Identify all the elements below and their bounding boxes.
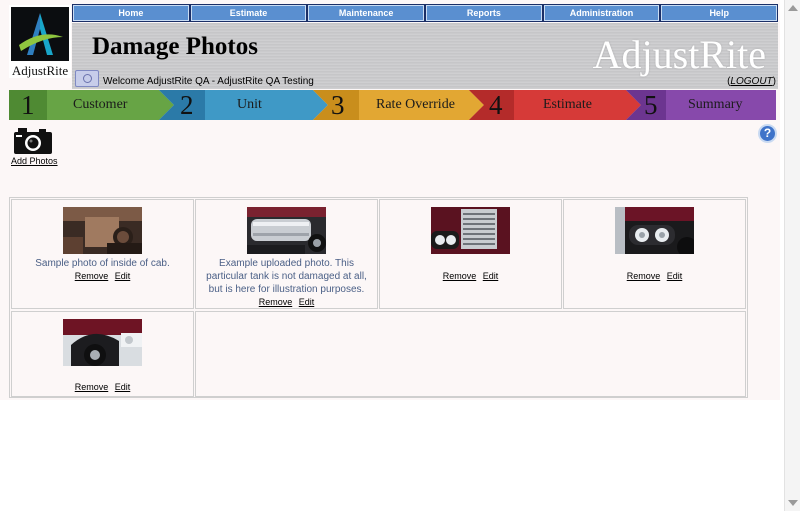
- photo-actions: Remove Edit: [564, 271, 745, 281]
- logo-mark-icon: [11, 7, 69, 61]
- fuel-tank-photo[interactable]: [247, 207, 326, 254]
- cab-interior-photo[interactable]: [63, 207, 142, 254]
- camera-icon: [14, 128, 52, 154]
- headlights-photo[interactable]: [615, 207, 694, 254]
- step-number: 2: [180, 90, 194, 120]
- page-body: AdjustRite Home Estimate Maintenance Rep…: [0, 0, 780, 400]
- remove-photo-link[interactable]: Remove: [75, 271, 109, 281]
- top-menu: Home Estimate Maintenance Reports Admini…: [72, 4, 778, 22]
- menu-item-estimate[interactable]: Estimate: [190, 5, 307, 21]
- scroll-up-arrow-icon[interactable]: [788, 5, 798, 11]
- photo-caption: Example uploaded photo. This particular …: [206, 258, 367, 295]
- remove-photo-link[interactable]: Remove: [443, 271, 477, 281]
- photo-card: Example uploaded photo. This particular …: [195, 199, 378, 309]
- remove-photo-link[interactable]: Remove: [75, 382, 109, 392]
- step-label: Rate Override: [376, 97, 455, 112]
- menu-item-help[interactable]: Help: [661, 5, 778, 21]
- photo-actions: Remove Edit: [196, 297, 377, 307]
- edit-photo-link[interactable]: Edit: [299, 297, 315, 307]
- edit-photo-link[interactable]: Edit: [115, 382, 131, 392]
- step-number: 1: [21, 90, 35, 120]
- photo-card: Remove Edit: [563, 199, 746, 309]
- step-label: Unit: [237, 97, 262, 112]
- empty-grid-cell: [195, 311, 746, 397]
- logout-container: (LOGOUT): [727, 76, 776, 87]
- add-photos-label: Add Photos: [11, 156, 58, 166]
- step-rate-override[interactable]: 3 Rate Override: [319, 90, 474, 120]
- step-label: Customer: [73, 97, 128, 112]
- photo-card: Remove Edit: [379, 199, 562, 309]
- step-estimate[interactable]: 4 Estimate: [475, 90, 630, 120]
- remove-photo-link[interactable]: Remove: [259, 297, 293, 307]
- photo-grid: Sample photo of inside of cab. Remove Ed…: [9, 197, 748, 398]
- workflow-steps: 1 Customer 2 Unit 3 Rate Override 4 Esti…: [9, 90, 776, 120]
- step-number: 5: [644, 90, 658, 120]
- step-summary[interactable]: 5 Summary: [631, 90, 776, 120]
- edit-photo-link[interactable]: Edit: [115, 271, 131, 281]
- header-banner: Damage Photos AdjustRite Welcome AdjustR…: [72, 23, 778, 89]
- logo-name: AdjustRite: [11, 63, 69, 78]
- photo-card: Remove Edit: [11, 311, 194, 397]
- help-icon[interactable]: ?: [758, 124, 777, 143]
- step-label: Estimate: [543, 97, 592, 112]
- menu-item-home[interactable]: Home: [73, 5, 189, 21]
- step-number: 3: [331, 90, 345, 120]
- photo-caption: Sample photo of inside of cab.: [35, 258, 170, 269]
- add-photos-button[interactable]: Add Photos: [11, 126, 59, 168]
- page-title: Damage Photos: [92, 33, 258, 60]
- menu-item-reports[interactable]: Reports: [426, 5, 542, 21]
- adjustrite-logo[interactable]: AdjustRite: [9, 5, 71, 78]
- folder-icon[interactable]: [75, 70, 99, 87]
- menu-item-maintenance[interactable]: Maintenance: [308, 5, 425, 21]
- photo-actions: Remove Edit: [12, 382, 193, 392]
- grille-headlight-photo[interactable]: [431, 207, 510, 254]
- photo-card: Sample photo of inside of cab. Remove Ed…: [11, 199, 194, 309]
- logout-link[interactable]: LOGOUT: [730, 76, 772, 87]
- front-wheel-photo[interactable]: [63, 319, 142, 366]
- welcome-row: Welcome AdjustRite QA - AdjustRite QA Te…: [72, 70, 778, 89]
- step-number: 4: [489, 90, 503, 120]
- step-customer[interactable]: 1 Customer: [9, 90, 169, 120]
- step-unit[interactable]: 2 Unit: [169, 90, 319, 120]
- edit-photo-link[interactable]: Edit: [667, 271, 683, 281]
- photo-actions: Remove Edit: [12, 271, 193, 281]
- welcome-text: Welcome AdjustRite QA - AdjustRite QA Te…: [103, 76, 314, 87]
- logout-paren-close: ): [772, 76, 776, 87]
- remove-photo-link[interactable]: Remove: [627, 271, 661, 281]
- step-label: Summary: [688, 97, 743, 112]
- edit-photo-link[interactable]: Edit: [483, 271, 499, 281]
- scroll-down-arrow-icon[interactable]: [788, 500, 798, 506]
- menu-item-administration[interactable]: Administration: [543, 5, 660, 21]
- photo-actions: Remove Edit: [380, 271, 561, 281]
- vertical-scrollbar[interactable]: [784, 0, 800, 511]
